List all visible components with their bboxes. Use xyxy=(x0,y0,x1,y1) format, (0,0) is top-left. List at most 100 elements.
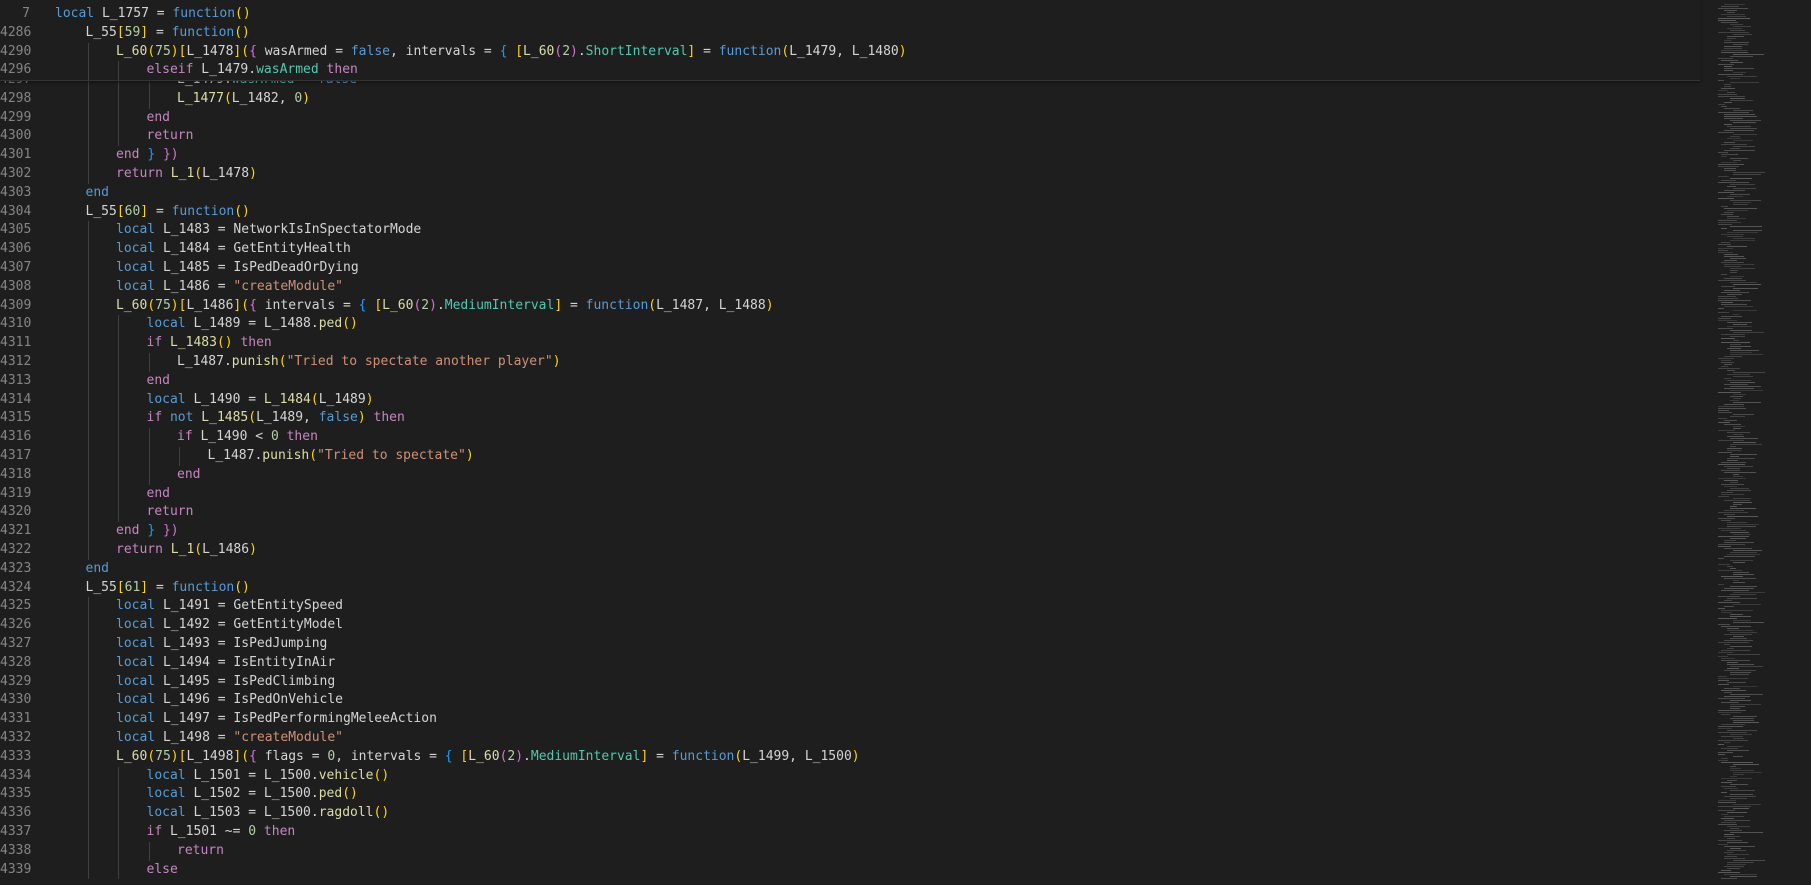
code-line[interactable]: 4317 L_1487.punish("Tried to spectate") xyxy=(0,447,1700,466)
code-line[interactable]: 4338 return xyxy=(0,841,1700,861)
code-token: function xyxy=(172,6,236,21)
code-text: return xyxy=(147,503,194,522)
line-number: 4316 xyxy=(0,429,32,445)
code-line[interactable]: 4312 L_1487.punish("Tried to spectate ano… xyxy=(0,353,1700,372)
code-text: if L_1490 < 0 then xyxy=(177,428,318,447)
code-line[interactable]: 4328 local L_1494 = IsEntityInAir xyxy=(0,653,1700,673)
minimap[interactable] xyxy=(1718,0,1811,885)
sticky-line[interactable]: 4290 L_60(75)[L_1478]({ wasArmed = false,… xyxy=(0,42,1700,62)
code-line[interactable]: 4318 end xyxy=(0,465,1700,485)
code-line[interactable]: 4337 if L_1501 ~= 0 then xyxy=(0,823,1700,842)
code-token: "createModule" xyxy=(233,278,343,294)
code-line[interactable]: 4305 local L_1483 = NetworkIsInSpectatorM… xyxy=(0,221,1700,241)
sticky-line[interactable]: 7 local L_1757 = function() xyxy=(0,5,1700,24)
indent-guide xyxy=(87,691,89,711)
code-line[interactable]: 4298 L_1477(L_1482, 0) xyxy=(0,89,1700,109)
code-token: ) xyxy=(765,297,774,313)
minimap-line xyxy=(1733,332,1764,333)
code-line[interactable]: 4319 end xyxy=(0,484,1700,504)
code-line[interactable]: 4300 return xyxy=(0,127,1700,147)
code-token: then xyxy=(263,824,296,839)
code-line[interactable]: 4325 local L_1491 = GetEntitySpeed xyxy=(0,597,1700,617)
code-line[interactable]: 4327 local L_1493 = IsPedJumping xyxy=(0,635,1700,654)
code-token: local xyxy=(146,316,194,332)
minimap-line xyxy=(1727,370,1735,371)
minimap-line xyxy=(1733,140,1753,141)
minimap-line xyxy=(1721,462,1746,463)
code-line[interactable]: 4334 local L_1501 = L_1500.vehicle() xyxy=(0,766,1700,786)
minimap-line xyxy=(1724,548,1752,549)
code-line[interactable]: 4322 return L_1(L_1486) xyxy=(0,541,1700,560)
code-line[interactable]: 4320 return xyxy=(0,503,1700,523)
code-line[interactable]: 4323 end xyxy=(0,560,1700,579)
code-area[interactable]: 4297L_1479.wasArmed = false4298L_1477(L_… xyxy=(0,80,1700,885)
code-line[interactable]: 4332 local L_1498 = "createModule" xyxy=(0,729,1700,748)
code-text: if not L_1485(L_1489, false) then xyxy=(147,409,405,428)
code-line[interactable]: 4299 end xyxy=(0,108,1700,128)
code-token: ( xyxy=(223,90,232,106)
minimap-line xyxy=(1718,608,1725,609)
code-token: ) xyxy=(249,166,257,181)
code-line[interactable]: 4309 L_60(75)[L_1486]({ intervals = { [L_… xyxy=(0,296,1700,316)
code-line[interactable]: 4324 L_55[61] = function() xyxy=(0,579,1700,598)
minimap-line xyxy=(1718,684,1729,685)
minimap-line xyxy=(1733,580,1739,581)
minimap-line xyxy=(1724,480,1738,481)
line-number: 4322 xyxy=(0,542,32,557)
code-line[interactable]: 4333 L_60(75)[L_1498]({ flags = 0, interv… xyxy=(0,747,1700,767)
code-line[interactable]: 4339 else xyxy=(0,860,1700,880)
indent-guide xyxy=(87,108,89,128)
code-token: function xyxy=(171,579,235,595)
sticky-line[interactable]: 4296 elseif L_1479.wasArmed then xyxy=(0,61,1700,81)
code-line[interactable]: 4301 end } }) xyxy=(0,146,1700,165)
sticky-scroll-header[interactable]: 7 local L_1757 = function() 4286 L_55[59] =… xyxy=(0,0,1700,81)
code-line[interactable]: 4330 local L_1496 = IsPedOnVehicle xyxy=(0,691,1700,711)
minimap-line xyxy=(1718,166,1739,167)
code-line[interactable]: 4302 return L_1(L_1478) xyxy=(0,165,1700,184)
code-line[interactable]: 4316 if L_1490 < 0 then xyxy=(0,428,1700,447)
code-line[interactable]: 4329 local L_1495 = IsPedClimbing xyxy=(0,672,1700,692)
code-editor[interactable]: 7 local L_1757 = function() 4286 L_55[59] =… xyxy=(0,0,1811,885)
code-line[interactable]: 4297 L_1479.wasArmed = false xyxy=(0,80,1700,90)
minimap-line xyxy=(1733,398,1741,399)
code-line[interactable]: 4313 end xyxy=(0,371,1700,391)
code-token: L_1490 xyxy=(200,429,256,445)
code-token: L_1494 xyxy=(162,654,218,670)
minimap-line xyxy=(1733,172,1765,173)
minimap-line xyxy=(1730,270,1738,271)
code-line[interactable]: 4307 local L_1485 = IsPedDeadOrDying xyxy=(0,259,1700,278)
code-token: L_1477 xyxy=(177,90,224,106)
code-token: ] xyxy=(140,24,149,40)
sticky-line[interactable]: 4286 L_55[59] = function() xyxy=(0,24,1700,43)
code-token: () xyxy=(342,786,358,802)
code-line[interactable]: 4306 local L_1484 = GetEntityHealth xyxy=(0,240,1700,259)
code-line[interactable]: 4314 local L_1490 = L_1484(L_1489) xyxy=(0,390,1700,410)
code-token: L_60 xyxy=(116,748,148,764)
minimap-line xyxy=(1727,780,1737,781)
code-line[interactable]: 4310 local L_1489 = L_1488.ped() xyxy=(0,315,1700,335)
code-line[interactable]: 4321 end } }) xyxy=(0,522,1700,541)
code-line[interactable]: 4326 local L_1492 = GetEntityModel xyxy=(0,616,1700,635)
minimap-line xyxy=(1724,130,1754,131)
minimap-line xyxy=(1730,446,1736,447)
minimap-line xyxy=(1727,216,1739,217)
minimap-line xyxy=(1718,182,1749,183)
code-line[interactable]: 4315 if not L_1485(L_1489, false) then xyxy=(0,409,1700,429)
minimap-line xyxy=(1721,576,1743,577)
code-line[interactable]: 4331 local L_1497 = IsPedPerformingMeleeA… xyxy=(0,710,1700,729)
code-line[interactable]: 4308 local L_1486 = "createModule" xyxy=(0,277,1700,297)
code-line[interactable]: 4311 if L_1483() then xyxy=(0,334,1700,353)
code-line[interactable]: 4335 local L_1502 = L_1500.ped() xyxy=(0,785,1700,805)
minimap-line xyxy=(1718,198,1734,199)
code-line[interactable]: 4304 L_55[60] = function() xyxy=(0,203,1700,222)
line-number: 4339 xyxy=(0,861,32,877)
code-line[interactable]: 4336 local L_1503 = L_1500.ragdoll() xyxy=(0,804,1700,823)
minimap-line xyxy=(1724,820,1750,821)
minimap-line xyxy=(1727,432,1750,433)
line-number: 4325 xyxy=(0,598,32,614)
code-token: = xyxy=(148,24,172,40)
code-line[interactable]: 4303 end xyxy=(0,184,1700,203)
code-token: ) xyxy=(249,542,257,557)
code-token: = xyxy=(343,297,359,313)
code-token: local xyxy=(146,786,194,802)
